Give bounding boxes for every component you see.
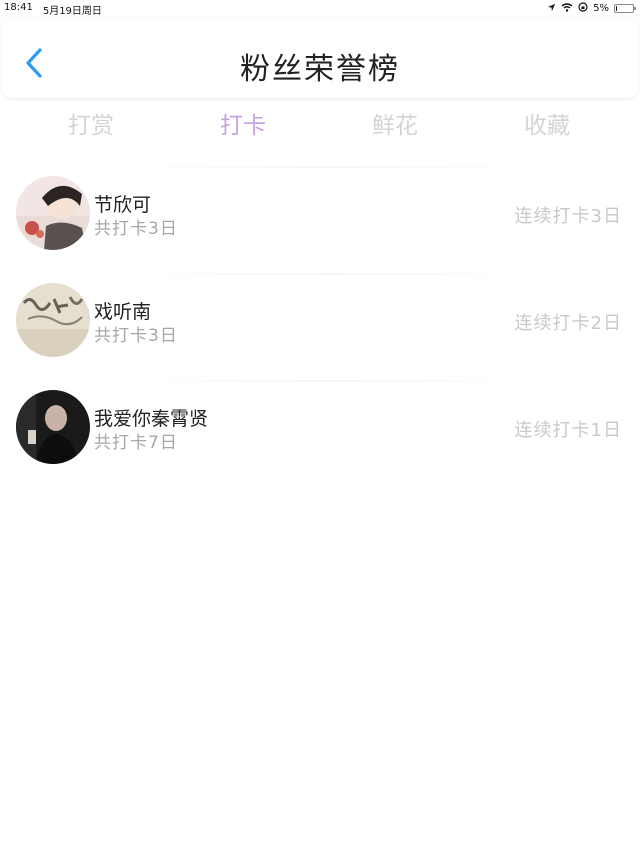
streak-checkin: 连续打卡1日	[514, 420, 622, 441]
avatar[interactable]	[16, 390, 90, 464]
battery-level	[616, 6, 617, 11]
status-date: 5月19日周日	[42, 6, 102, 17]
tab-flowers[interactable]: 鲜花	[335, 106, 455, 140]
nav-header: 粉丝荣誉榜	[2, 18, 638, 98]
avatar[interactable]	[16, 283, 90, 357]
tab-favorites[interactable]: 收藏	[487, 106, 607, 140]
list-item[interactable]: 戏听南 共打卡3日 连续打卡2日	[0, 283, 640, 383]
list-item[interactable]: 节欣可 共打卡3日 连续打卡3日	[0, 176, 640, 276]
wifi-icon	[561, 2, 573, 15]
streak-checkin: 连续打卡2日	[514, 313, 622, 334]
avatar[interactable]	[16, 176, 90, 250]
fan-name: 我爱你秦霄贤	[94, 408, 209, 430]
streak-checkin: 连续打卡3日	[514, 206, 622, 227]
total-checkin: 共打卡3日	[94, 219, 178, 239]
battery-icon	[614, 4, 636, 13]
tab-bar: 打赏 打卡 鲜花 收藏	[0, 106, 640, 140]
status-bar: 18:41 5月19日周日 5%	[0, 0, 640, 17]
list-item[interactable]: 我爱你秦霄贤 共打卡7日 连续打卡1日	[0, 390, 640, 490]
battery-percent: 5%	[593, 3, 609, 14]
status-time: 18:41	[4, 2, 33, 13]
tab-checkin[interactable]: 打卡	[183, 106, 303, 140]
divider	[120, 166, 540, 168]
page-title: 粉丝荣誉榜	[240, 52, 400, 87]
location-icon	[547, 3, 556, 15]
fan-name: 节欣可	[94, 194, 152, 216]
tab-reward[interactable]: 打赏	[31, 106, 151, 140]
fan-name: 戏听南	[94, 301, 152, 323]
rotation-lock-icon	[578, 2, 588, 15]
total-checkin: 共打卡7日	[94, 433, 178, 453]
total-checkin: 共打卡3日	[94, 326, 178, 346]
